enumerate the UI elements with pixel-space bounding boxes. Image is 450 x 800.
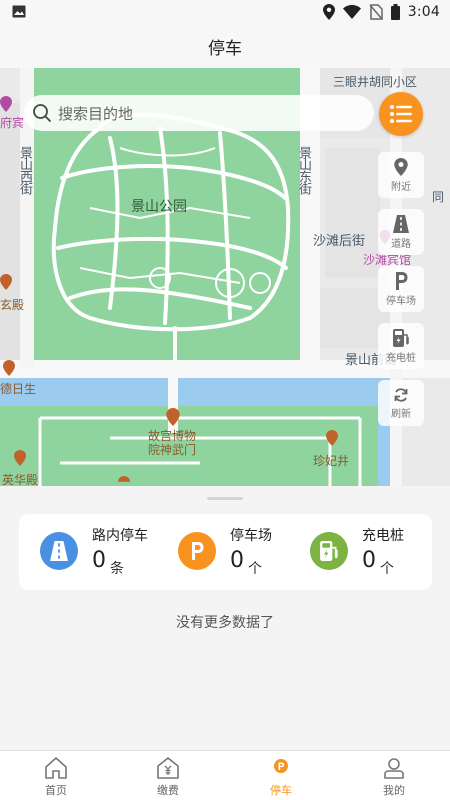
poi-marker-icon [14,450,26,466]
search-icon [33,104,51,122]
list-icon [390,105,412,123]
charging-count: 0 [362,548,376,573]
tab-profile-label: 我的 [383,784,405,797]
tab-profile[interactable]: 我的 [338,751,450,800]
road-parking-label: 路内停车 [92,528,148,544]
drag-handle[interactable] [207,497,243,500]
wifi-icon [342,5,361,19]
map-label-xuan: 玄殿 [0,298,25,312]
parking-icon [274,759,288,773]
parking-lot-button[interactable]: 停车场 [378,266,424,312]
tab-payment-label: 缴费 [157,784,179,797]
tab-bar: 首页 缴费 停车 我的 [0,750,450,800]
road-parking-unit: 条 [110,561,124,577]
road-icon [393,214,409,233]
road-icon [50,541,68,561]
refresh-icon [394,387,408,402]
tab-parking-label: 停车 [270,784,292,797]
road-parking-stat[interactable]: 路内停车 0 条 [40,514,160,590]
nearby-label: 附近 [391,181,411,193]
no-sim-icon [369,4,383,20]
refresh-label: 刷新 [391,408,411,420]
search-placeholder: 搜索目的地 [58,104,134,123]
parking-lot-count: 0 [230,548,244,573]
charging-circle [310,532,348,570]
parking-p-icon [396,271,408,290]
charging-pile-icon [393,328,409,347]
charging-stat[interactable]: 充电桩 0 个 [310,514,420,590]
parking-circle [178,532,216,570]
tab-home[interactable]: 首页 [0,751,112,800]
map-label-ri: 德日生 [0,382,37,396]
charging-label: 充电桩 [386,352,416,364]
charging-pile-icon [320,541,338,561]
map-label-fu: 府宾 [0,116,25,130]
location-icon [322,4,335,20]
poi-marker-icon [118,476,130,482]
summary-card: 路内停车 0 条 停车场 0 个 充电桩 0 个 [19,514,432,590]
battery-icon [390,4,400,20]
charging-stat-label: 充电桩 [362,528,404,544]
charging-button[interactable]: 充电桩 [378,323,424,369]
nearby-button[interactable]: 附近 [378,152,424,198]
charging-unit: 个 [380,561,394,577]
map-label-yinghua: 英华殿 [2,473,39,486]
map-label-jingshan-west: 景山西街 [17,146,32,194]
poi-marker-icon [0,274,12,290]
map-label-jingshan-east: 景山东街 [296,146,311,194]
search-input[interactable]: 搜索目的地 [24,95,374,131]
parking-p-icon [192,542,204,560]
parking-lot-unit: 个 [248,561,262,577]
status-bar: 3:04 [0,0,450,24]
poi-marker-icon [3,360,15,376]
list-menu-button[interactable] [379,92,423,136]
map-label-sanyan: 三眼井胡同小区 [333,75,418,89]
road-button[interactable]: 道路 [378,209,424,255]
profile-icon [384,758,404,779]
parking-lot-label: 停车场 [386,295,416,307]
road-label: 道路 [391,238,411,250]
parking-lot-stat[interactable]: 停车场 0 个 [178,514,288,590]
screen: { "status_bar": { "time": "3:04", "icons… [0,0,450,800]
poi-marker-icon [166,408,180,426]
road-circle [40,532,78,570]
payment-icon [157,757,179,779]
refresh-button[interactable]: 刷新 [378,380,424,426]
map-label-shatan-back: 沙滩后街 [313,234,366,249]
clock: 3:04 [407,4,440,20]
road-parking-count: 0 [92,548,106,573]
location-pin-icon [394,157,408,176]
map-label-jingshan-park: 景山公园 [131,199,187,215]
image-icon [12,5,26,18]
home-icon [45,757,67,779]
poi-marker-icon [326,430,338,446]
tab-home-label: 首页 [45,784,67,797]
map-view[interactable]: 三眼井胡同小区 府宾 景山西街 景山东街 景山公园 沙滩后街 沙滩宾馆 玄殿 景… [0,68,450,486]
bottom-sheet: 路内停车 0 条 停车场 0 个 充电桩 0 个 没有更多数据了 [0,486,450,750]
parking-lot-stat-label: 停车场 [230,528,272,544]
map-label-gate: 故宫博物院神武门 [148,429,197,457]
map-label-tong: 同 [432,190,445,204]
app-header: 停车 [0,24,450,68]
page-title: 停车 [208,38,242,59]
tab-parking[interactable]: 停车 [225,751,337,800]
poi-marker-icon [0,96,12,112]
empty-message: 没有更多数据了 [176,615,274,631]
tab-payment[interactable]: 缴费 [112,751,224,800]
map-label-zhenfei: 珍妃井 [313,454,350,468]
